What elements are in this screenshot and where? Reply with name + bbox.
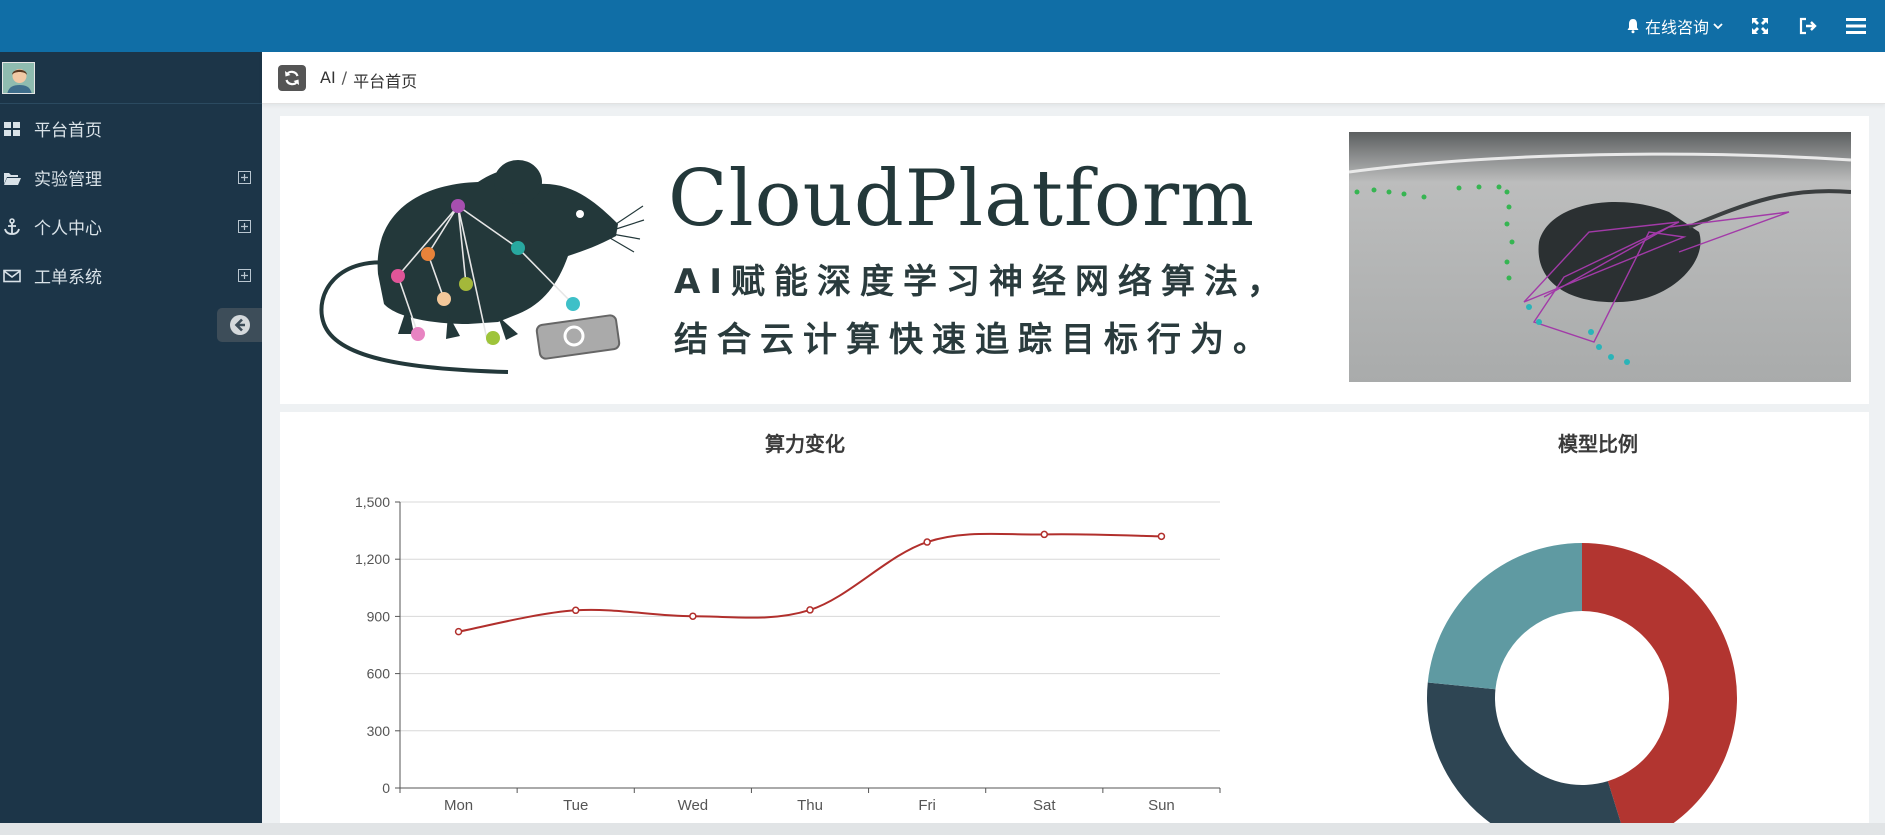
data-point [806, 606, 814, 614]
platform-banner: CloudPlatform AI赋能深度学习神经网络算法， 结合云计算快速追踪目… [280, 116, 1869, 404]
arrow-left-circle-icon [229, 315, 250, 335]
navbar-actions: 在线咨询 [1625, 0, 1867, 52]
x-tick-label: Fri [918, 797, 936, 814]
envelope-icon [3, 269, 21, 283]
data-point [454, 627, 463, 636]
data-point [1040, 530, 1049, 539]
x-tick-label: Sun [1148, 797, 1175, 814]
y-tick-label: 300 [367, 723, 391, 739]
sidebar-item-label: 实验管理 [34, 170, 102, 190]
model-ratio-donut-chart[interactable] [1380, 462, 1780, 823]
charts-panel: 算力变化 0 300 600 900 1,200 1,500 Mon Tue Wed Thu Fri… [280, 412, 1869, 823]
breadcrumb-current: 平台首页 [353, 72, 418, 91]
refresh-icon [285, 70, 299, 86]
x-tick-label: Thu [797, 797, 823, 814]
page-footer-strip [0, 823, 1885, 835]
sidebar-item-tickets[interactable]: 工单系统 [0, 251, 262, 300]
expand-plus-icon[interactable] [238, 220, 251, 233]
logout-button[interactable] [1797, 15, 1819, 37]
slogan-line-2: 结合云计算快速追踪目标行为。 [674, 320, 1276, 360]
donut-slice[interactable] [1427, 543, 1582, 690]
sidebar-collapse-button[interactable] [217, 308, 262, 342]
sidebar-item-label: 平台首页 [34, 121, 102, 141]
x-tick-label: Mon [444, 797, 473, 814]
pie-chart-title: 模型比例 [1558, 432, 1638, 456]
y-tick-label: 600 [367, 666, 391, 682]
x-tick-label: Sat [1033, 797, 1056, 814]
y-tick-label: 0 [382, 780, 390, 796]
slogan-line-1: AI赋能深度学习神经网络算法， [674, 262, 1290, 302]
y-tick-label: 1,200 [355, 551, 390, 567]
avatar[interactable] [2, 62, 35, 94]
sidebar-user [0, 52, 262, 104]
fullscreen-button[interactable] [1749, 15, 1771, 37]
sidebar-item-label: 个人中心 [34, 219, 102, 239]
y-tick-label: 1,500 [355, 494, 390, 510]
dashboard-icon [4, 122, 20, 136]
compute-line-chart[interactable]: 0 300 600 900 1,200 1,500 Mon Tue Wed Thu Fri Sat Su… [280, 412, 1280, 823]
x-tick-label: Wed [678, 797, 709, 814]
fullscreen-icon [1752, 18, 1768, 34]
mouse-pose-logo [319, 160, 645, 374]
anchor-icon [4, 218, 20, 235]
logout-icon [1799, 17, 1817, 35]
expand-plus-icon[interactable] [238, 269, 251, 282]
donut-slice[interactable] [1582, 543, 1737, 823]
donut-slice[interactable] [1427, 682, 1628, 823]
online-consult-label: 在线咨询 [1644, 18, 1709, 37]
expand-plus-icon[interactable] [238, 171, 251, 184]
y-tick-label: 900 [367, 608, 391, 624]
sidebar-item-label: 工单系统 [34, 268, 102, 288]
online-consult-dropdown[interactable]: 在线咨询 [1625, 14, 1723, 38]
data-point [571, 606, 580, 615]
data-point [1157, 532, 1166, 541]
folder-open-icon [4, 173, 21, 185]
sidebar: 平台首页 实验管理 个人中心 工单系统 [0, 52, 262, 823]
breadcrumb: AI / 平台首页 [320, 68, 417, 92]
chevron-down-icon [1713, 23, 1723, 30]
breadcrumb-root[interactable]: AI [320, 68, 336, 92]
refresh-button[interactable] [278, 65, 306, 91]
top-navbar: 在线咨询 [0, 0, 1885, 52]
data-point [923, 538, 931, 546]
breadcrumb-separator: / [341, 68, 348, 87]
menu-button[interactable] [1845, 15, 1867, 37]
tracking-demo-image [1349, 132, 1851, 382]
series-line [458, 532, 1162, 633]
sidebar-item-experiments[interactable]: 实验管理 [0, 153, 262, 202]
data-point [689, 612, 697, 620]
breadcrumb-bar: AI / 平台首页 [262, 52, 1885, 104]
bell-icon [1627, 19, 1639, 34]
platform-title: CloudPlatform [668, 154, 1256, 244]
x-tick-label: Tue [563, 797, 588, 814]
menu-icon [1846, 18, 1866, 34]
sidebar-item-home[interactable]: 平台首页 [0, 104, 262, 153]
sidebar-item-profile[interactable]: 个人中心 [0, 202, 262, 251]
